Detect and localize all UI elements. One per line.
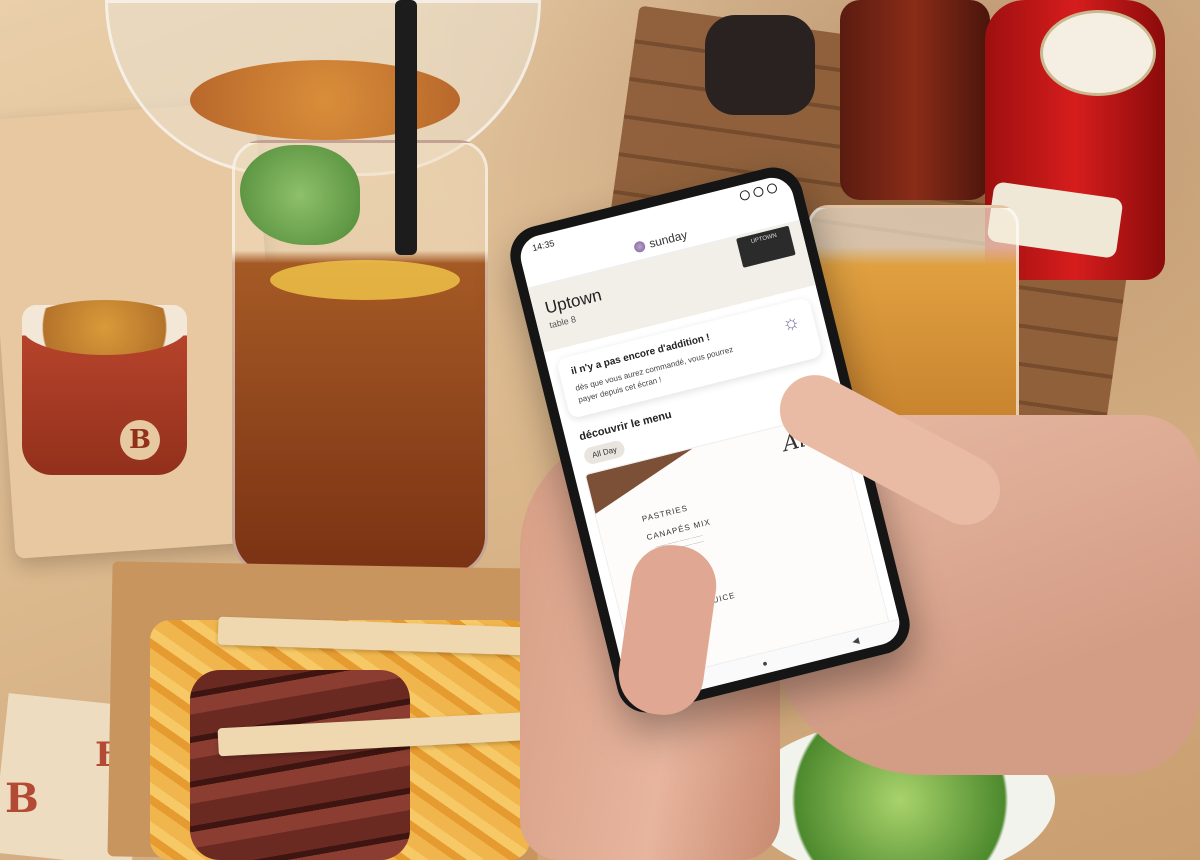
paper-letter: B	[5, 775, 39, 822]
back-icon[interactable]: ◀	[851, 635, 860, 647]
black-straw	[395, 0, 417, 255]
cup-logo: B	[120, 420, 160, 460]
app-name: sunday	[647, 227, 689, 251]
bowl-food	[190, 60, 460, 140]
status-time: 14:35	[531, 237, 556, 254]
home-icon[interactable]: ●	[761, 658, 769, 669]
battery-icon	[765, 182, 779, 195]
sliced-steak	[190, 670, 410, 860]
clock-icon	[752, 185, 765, 198]
pepper-grinder	[705, 15, 815, 115]
ketchup-label-top	[1040, 10, 1156, 96]
sauce-bottle	[840, 0, 990, 200]
lemon-slice	[270, 260, 460, 300]
restaurant-table-scene: B B B 14:35 sunday U	[0, 0, 1200, 860]
alarm-icon	[738, 189, 751, 202]
menu-chip-all-day[interactable]: All Day	[582, 439, 627, 466]
sauce-cup-top	[22, 300, 187, 355]
sunday-logo-icon	[632, 239, 646, 254]
